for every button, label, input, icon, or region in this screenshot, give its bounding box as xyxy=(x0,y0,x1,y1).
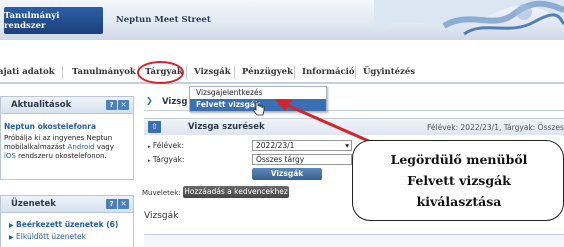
inbox-link[interactable]: Beérkezett üzenetek (6) xyxy=(16,220,118,229)
subject-select[interactable]: Összes tárgy xyxy=(252,154,352,165)
menu-divider xyxy=(355,66,356,79)
menu-finances[interactable]: Pénzügyek xyxy=(242,67,293,77)
close-icon[interactable]: ✕ xyxy=(118,199,129,209)
semester-value: 2022/23/1 xyxy=(256,141,295,150)
arrow-icon: ▶ xyxy=(9,222,14,229)
list-exams-button[interactable]: Vizsgák listázása xyxy=(252,168,322,190)
android-link[interactable]: Android xyxy=(68,143,95,151)
callout-line-1: Legördülő menüből xyxy=(390,152,528,167)
app-header: Tanulmányi rendszer Neptun Meet Street xyxy=(0,0,564,40)
menu-divider xyxy=(62,66,63,79)
menu-item-exam-registration[interactable]: Vizsgajelentkezés xyxy=(190,87,326,99)
subjects-highlight-ellipse xyxy=(137,61,184,84)
messages-title: Üzenetek xyxy=(11,199,56,209)
menu-personal[interactable]: ajati adatok xyxy=(0,67,55,77)
menu-studies[interactable]: Tanulmányok xyxy=(72,67,136,77)
filter-summary: Félévek: 2022/23/1, Tárgyak: Összes tárg… xyxy=(427,123,564,132)
arrow-icon: ▶ xyxy=(9,234,14,241)
filter-title: Vizsga szurések xyxy=(188,122,265,132)
exams-grid-header xyxy=(144,234,564,247)
ios-link[interactable]: iOS xyxy=(4,152,16,160)
callout-line-3: kiválasztása xyxy=(416,194,502,209)
bullet-icon: ▸ xyxy=(148,144,151,150)
page-title: Vizsg xyxy=(162,97,188,107)
semester-label: ▸ Félévek: xyxy=(148,141,185,150)
news-text-2: mobilalkalmazást xyxy=(4,143,66,151)
subject-label: ▸ Tárgyak: xyxy=(148,155,185,164)
help-icon[interactable]: ? xyxy=(106,100,117,110)
menu-exams[interactable]: Vizsgák xyxy=(194,67,231,77)
collapse-icon[interactable]: ⇧ xyxy=(148,121,161,133)
menu-divider xyxy=(294,66,295,79)
messages-box-header: Üzenetek ? ✕ xyxy=(1,196,133,213)
hand-cursor-icon xyxy=(253,101,265,116)
actions-label: Muveletek: xyxy=(142,189,181,197)
semester-select[interactable]: 2022/23/1 ▾ xyxy=(252,140,352,151)
site-title: Neptun Meet Street xyxy=(116,15,211,25)
help-icon[interactable]: ? xyxy=(106,199,117,209)
add-to-favorites-button[interactable]: Hozzáadás a kedvencekhez xyxy=(183,186,289,198)
news-box-header: Aktualitások ? ✕ xyxy=(1,97,133,114)
chevron-down-icon: ▾ xyxy=(345,141,349,150)
news-link[interactable]: Neptun okostelefonra xyxy=(4,122,130,131)
menu-administration[interactable]: Ügyintézés xyxy=(363,67,415,77)
header-decoration xyxy=(374,0,564,36)
annotation-callout: Legördülő menüből Felvett vizsgák kivála… xyxy=(352,140,564,221)
close-icon[interactable]: ✕ xyxy=(118,100,129,110)
bullet-icon: ▸ xyxy=(148,158,151,164)
menu-information[interactable]: Információ xyxy=(302,67,355,77)
menu-divider xyxy=(234,66,235,79)
news-text-3: rendszeru okostelefonon. xyxy=(18,152,107,160)
news-title: Aktualitások xyxy=(11,100,72,110)
messages-box: Üzenetek ? ✕ ▶ Beérkezett üzenetek (6) ▶… xyxy=(0,195,134,247)
sent-link[interactable]: Elküldött üzenetek xyxy=(16,232,86,241)
exam-filter-header: ⇧ Vizsga szurések Félévek: 2022/23/1, Tá… xyxy=(144,118,564,135)
callout-line-2: Felvett vizsgák xyxy=(407,173,511,188)
brand-logo[interactable]: Tanulmányi rendszer xyxy=(4,7,103,34)
menu-divider xyxy=(186,66,187,79)
chevron-right-icon: ❯ xyxy=(146,96,153,105)
news-text-1: Próbálja ki az ingyenes Neptun xyxy=(4,134,113,142)
exams-section-title: Vizsgák xyxy=(144,211,179,221)
subject-value: Összes tárgy xyxy=(256,155,305,164)
main-menu: ajati adatok Tanulmányok Tárgyak Vizsgák… xyxy=(0,62,564,84)
news-text-vagy: vagy xyxy=(96,143,114,151)
news-box: Aktualitások ? ✕ Neptun okostelefonra Pr… xyxy=(0,96,134,180)
